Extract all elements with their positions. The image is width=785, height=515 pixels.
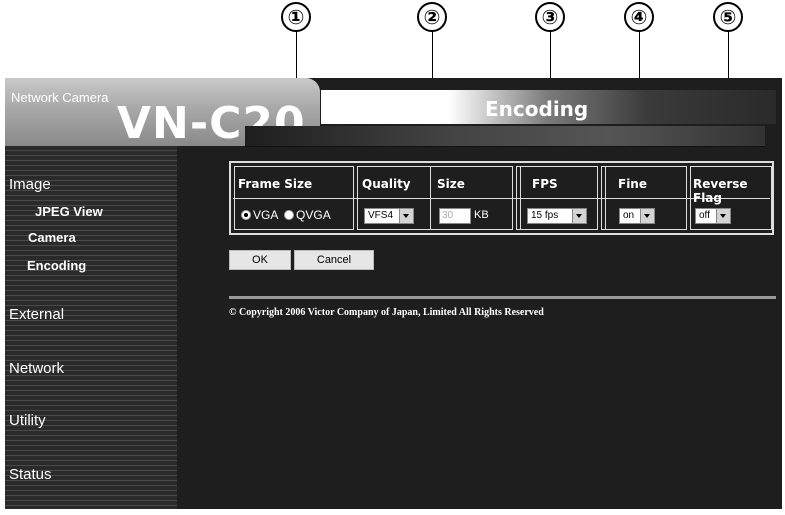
header-frame-size: Frame Size [238,177,313,191]
chevron-down-icon [399,209,413,223]
footer-divider [229,296,776,299]
radio-vga-label: VGA [253,208,278,222]
fps-inner-divider [520,166,521,230]
header-size: Size [437,177,465,191]
header-quality: Quality [362,177,411,191]
ok-button[interactable]: OK [229,250,291,270]
radio-vga[interactable] [241,210,251,220]
chevron-down-icon [640,209,654,223]
sidebar-item-encoding[interactable]: Encoding [27,258,86,273]
sidebar-item-jpeg-view[interactable]: JPEG View [35,204,103,219]
size-input-value: 30 [442,210,454,221]
header-reverse-flag: Reverse Flag [693,177,748,205]
header-fine: Fine [618,177,647,191]
reverse-flag-select[interactable]: off [695,208,731,224]
callout-2: ② [417,2,447,32]
fine-inner-divider [605,166,606,230]
fps-select[interactable]: 15 fps [527,208,587,224]
page-title: Encoding [485,97,589,121]
quality-size-divider [430,166,431,230]
table-row-divider [233,198,770,199]
sidebar [5,146,177,509]
sidebar-section-external[interactable]: External [9,306,64,323]
reverse-flag-select-value: off [699,210,710,221]
model-prefix: VN- [117,98,210,149]
callout-3: ③ [535,2,565,32]
callout-4: ④ [624,2,654,32]
product-line-label: Network Camera [11,90,109,105]
size-input[interactable]: 30 [439,208,471,224]
radio-qvga[interactable] [284,210,295,220]
quality-select-value: VFS4 [368,210,394,221]
sidebar-item-camera[interactable]: Camera [28,230,76,245]
callout-1: ① [281,2,311,32]
chevron-down-icon [716,209,730,223]
cancel-button[interactable]: Cancel [294,250,374,270]
sidebar-section-status[interactable]: Status [9,466,52,483]
quality-select[interactable]: VFS4 [364,208,414,224]
size-unit-label: KB [474,209,489,221]
sidebar-section-utility[interactable]: Utility [9,412,46,429]
frame-size-radio-group: VGA QVGA [241,208,331,222]
fine-select-value: on [623,210,635,221]
sidebar-section-network[interactable]: Network [9,360,64,377]
fine-select[interactable]: on [619,208,655,224]
radio-qvga-label: QVGA [296,208,331,222]
callout-5: ⑤ [713,2,743,32]
fps-select-value: 15 fps [531,210,559,221]
encoding-settings-table: Frame Size Quality Size FPS Fine Reverse… [229,161,774,235]
sidebar-section-image[interactable]: Image [9,176,51,193]
camera-web-ui: Network Camera VN-C20 Encoding Image JPE… [5,78,782,509]
header-fps: FPS [532,177,558,191]
chevron-down-icon [572,209,586,223]
header-underbar [245,126,765,147]
copyright-text: © Copyright 2006 Victor Company of Japan… [229,307,544,318]
